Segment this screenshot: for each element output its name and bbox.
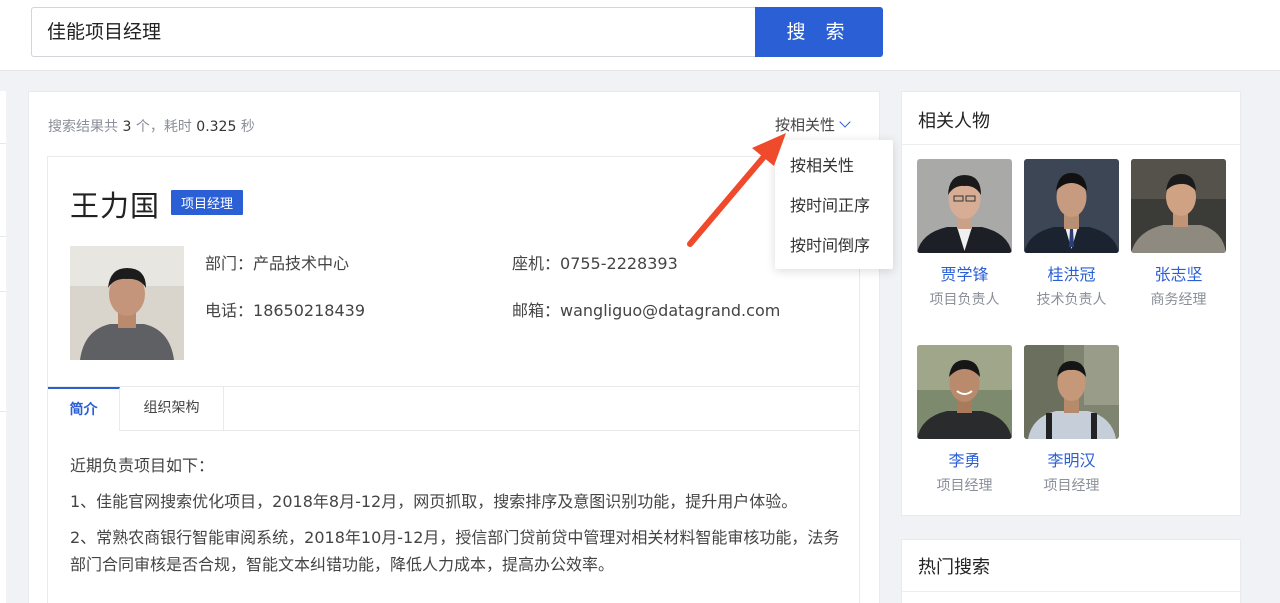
divider: [902, 144, 1240, 145]
search-input[interactable]: 佳能项目经理: [31, 7, 757, 57]
sort-option-time-desc[interactable]: 按时间倒序: [775, 226, 893, 266]
avatar: [1024, 159, 1119, 253]
left-sidebar-edge: [0, 91, 6, 603]
result-summary: 搜索结果共 3 个，耗时 0.325 秒: [48, 119, 255, 135]
detail-tabs: 简介 组织架构: [48, 386, 859, 431]
sort-option-time-asc[interactable]: 按时间正序: [775, 186, 893, 226]
intro-item: 2、常熟农商银行智能审阅系统，2018年10月-12月，授信部门贷前贷中管理对相…: [70, 528, 840, 574]
intro-content: 近期负责项目如下： 1、佳能官网搜索优化项目，2018年8月-12月，网页抓取，…: [70, 452, 840, 587]
tab-intro[interactable]: 简介: [48, 387, 120, 431]
role-badge: 项目经理: [171, 190, 244, 215]
landline-field: 座机：0755-2228393: [512, 254, 678, 273]
top-search-bar: 佳能项目经理 搜 索: [0, 0, 1280, 71]
person-title: 项目经理: [936, 478, 993, 494]
chevron-down-icon: [839, 116, 851, 128]
person-name: 张志坚: [1154, 265, 1203, 284]
related-person[interactable]: 李勇 项目经理: [917, 345, 1012, 495]
avatar: [1131, 159, 1226, 253]
related-person[interactable]: 贾学锋 项目负责人: [917, 159, 1012, 309]
avatar: [917, 345, 1012, 439]
phone-field: 电话：18650218439: [205, 301, 365, 320]
email-field: 邮箱：wangliguo@datagrand.com: [512, 301, 781, 320]
related-person[interactable]: 张志坚 商务经理: [1131, 159, 1226, 309]
sort-option-relevance[interactable]: 按相关性: [775, 146, 893, 186]
related-person[interactable]: 李明汉 项目经理: [1024, 345, 1119, 495]
person-name[interactable]: 王力国: [70, 183, 160, 225]
person-name: 李勇: [948, 451, 981, 470]
sort-dropdown-toggle[interactable]: 按相关性: [775, 114, 851, 135]
related-person[interactable]: 桂洪冠 技术负责人: [1024, 159, 1119, 309]
person-name: 桂洪冠: [1047, 265, 1096, 284]
person-name: 李明汉: [1047, 451, 1096, 470]
avatar: [1024, 345, 1119, 439]
person-photo: [70, 246, 184, 360]
department-field: 部门：产品技术中心: [205, 254, 350, 273]
intro-item: 1、佳能官网搜索优化项目，2018年8月-12月，网页抓取，搜索排序及意图识别功…: [70, 492, 798, 511]
related-people-title: 相关人物: [918, 111, 990, 132]
hot-search-panel: 热门搜索: [901, 539, 1241, 603]
person-title: 项目负责人: [929, 292, 1000, 308]
search-button[interactable]: 搜 索: [755, 7, 883, 57]
person-title: 商务经理: [1150, 292, 1207, 308]
person-name: 贾学锋: [940, 265, 989, 284]
results-panel: 搜索结果共 3 个，耗时 0.325 秒 按相关性 王力国 项目经理 部门：产品…: [28, 91, 880, 603]
sort-dropdown-menu: 按相关性 按时间正序 按时间倒序: [775, 140, 893, 269]
tab-org-structure[interactable]: 组织架构: [120, 387, 224, 431]
intro-heading: 近期负责项目如下：: [70, 456, 215, 475]
avatar: [917, 159, 1012, 253]
sort-label: 按相关性: [775, 116, 836, 134]
divider: [902, 591, 1240, 592]
person-title: 技术负责人: [1036, 292, 1107, 308]
person-title: 项目经理: [1043, 478, 1100, 494]
related-people-panel: 相关人物 贾学锋 项目负责人 桂洪冠 技术负责人 张志坚 商务经理 李勇 项目经…: [901, 91, 1241, 516]
person-result-card: 王力国 项目经理 部门：产品技术中心 座机：0755-2228393 电话：18…: [47, 156, 860, 603]
hot-search-title: 热门搜索: [918, 557, 990, 578]
result-time: 0.325: [196, 119, 237, 135]
